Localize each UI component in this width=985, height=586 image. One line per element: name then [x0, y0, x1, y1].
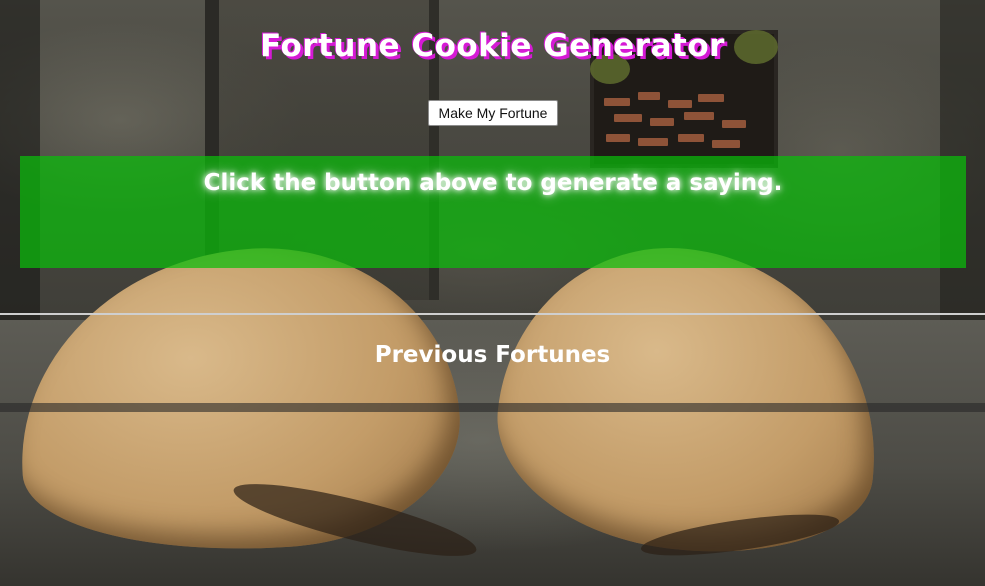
page-title: Fortune Cookie Generator	[260, 28, 725, 64]
fortune-display: Click the button above to generate a say…	[20, 156, 966, 268]
previous-fortunes-list	[0, 403, 985, 412]
divider	[0, 313, 985, 315]
make-fortune-button[interactable]: Make My Fortune	[428, 100, 558, 126]
previous-fortunes-heading: Previous Fortunes	[374, 342, 611, 368]
fortune-text: Click the button above to generate a say…	[203, 170, 783, 196]
background-photo	[0, 0, 985, 586]
